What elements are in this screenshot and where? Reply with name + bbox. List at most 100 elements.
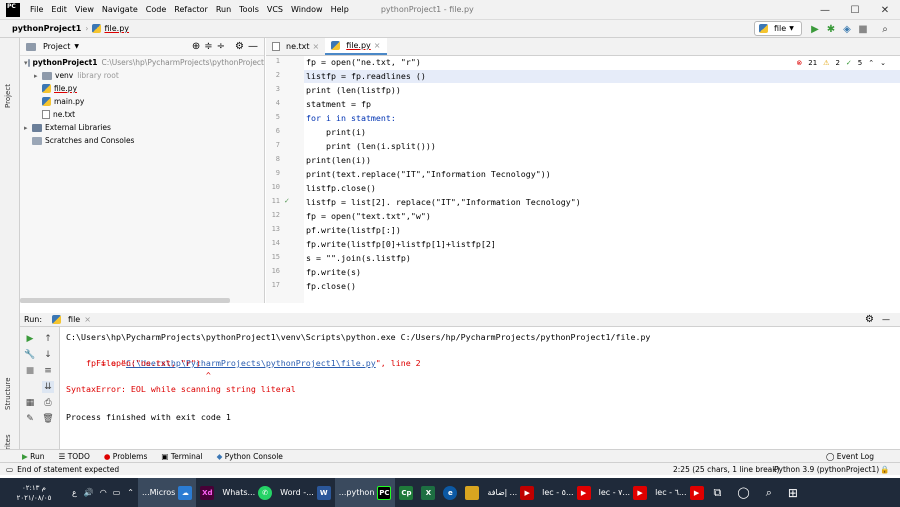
- tool-problems[interactable]: ● Problems: [104, 452, 148, 461]
- chevron-down-icon[interactable]: ▼: [74, 43, 79, 50]
- tool-todo[interactable]: ☰ TODO: [59, 452, 90, 461]
- menu-window[interactable]: Window: [287, 5, 327, 14]
- navigation-bar: pythonProject1 › file.py file ▼ ▶ ✱ ◈ ■ …: [0, 20, 900, 38]
- cortana-icon[interactable]: ◯: [737, 486, 749, 499]
- taskbar-app-xd[interactable]: Xd: [196, 478, 218, 507]
- trash-icon[interactable]: 🗑: [42, 413, 54, 425]
- taskbar-app-lec-6[interactable]: lec - ٦... ▶: [651, 478, 707, 507]
- chevron-down-icon[interactable]: ⌄: [880, 59, 886, 67]
- inspection-widget[interactable]: ⊗ 21 ⚠ 2 ✓ 5 ⌃ ⌄: [796, 59, 886, 67]
- taskbar-app-lec-5[interactable]: lec - ٥... ▶: [538, 478, 594, 507]
- horizontal-scrollbar[interactable]: [20, 298, 230, 303]
- tab-file-py[interactable]: file.py ×: [325, 38, 387, 55]
- expand-all-icon[interactable]: ≑: [204, 41, 212, 52]
- tool-python-console[interactable]: ◆ Python Console: [217, 452, 283, 461]
- search-icon[interactable]: ⌕: [766, 486, 772, 500]
- rerun-icon[interactable]: ▶: [24, 333, 36, 345]
- close-icon[interactable]: ×: [84, 315, 91, 324]
- menu-file[interactable]: File: [26, 5, 47, 14]
- run-config-tab[interactable]: file: [68, 315, 80, 324]
- clock[interactable]: م ٠٢:١٣ ٢٠٢١/٠٨/٠٥: [0, 483, 68, 503]
- tree-item-main[interactable]: main.py: [20, 95, 264, 108]
- chevron-up-icon[interactable]: ⌃: [868, 59, 874, 67]
- taskbar-app-edge-profile[interactable]: ...Micros ☁: [138, 478, 197, 507]
- battery-icon[interactable]: ▭: [113, 488, 121, 497]
- print-icon[interactable]: ⎙: [42, 397, 54, 409]
- line-number: 10: [271, 183, 280, 191]
- close-icon[interactable]: ×: [313, 42, 320, 51]
- gear-icon[interactable]: ⚙: [865, 314, 874, 325]
- stop-icon[interactable]: ■: [24, 365, 36, 377]
- arrow-up-icon[interactable]: ↑: [42, 333, 54, 345]
- menu-tools[interactable]: Tools: [235, 5, 263, 14]
- lock-icon[interactable]: 🔒: [880, 465, 889, 474]
- wifi-icon[interactable]: ◠: [100, 488, 107, 497]
- hide-icon[interactable]: —: [882, 315, 890, 324]
- scroll-to-end-icon[interactable]: ⇊: [42, 381, 54, 393]
- menu-vcs[interactable]: VCS: [263, 5, 287, 14]
- taskbar-app-chrome-add[interactable]: إضافة ... ▶: [483, 478, 538, 507]
- tab-ne-txt[interactable]: ne.txt ×: [266, 38, 325, 55]
- project-panel-title[interactable]: Project: [43, 42, 70, 51]
- coverage-icon[interactable]: ◈: [840, 22, 854, 36]
- caret-position[interactable]: 2:25 (25 chars, 1 line break): [673, 465, 780, 474]
- taskbar-app-word[interactable]: Word -... W: [276, 478, 335, 507]
- minimize-icon[interactable]: —: [810, 0, 840, 20]
- layout-icon[interactable]: ▦: [24, 397, 36, 409]
- menu-edit[interactable]: Edit: [47, 5, 71, 14]
- task-view-icon[interactable]: ⧉: [714, 486, 722, 500]
- soft-wrap-icon[interactable]: ≡: [42, 365, 54, 377]
- code-editor[interactable]: 1 2 3 4 5 6 7 8 9 10 11 12 13 14 15 16 1…: [266, 56, 900, 303]
- taskbar-app-cp[interactable]: Cp: [395, 478, 417, 507]
- tree-item-venv[interactable]: ▸ venv library root: [20, 69, 264, 82]
- interpreter[interactable]: Python 3.9 (pythonProject1): [774, 465, 879, 474]
- taskbar-app-edge[interactable]: e: [439, 478, 461, 507]
- tree-item-external[interactable]: ▸ External Libraries: [20, 121, 264, 134]
- menu-navigate[interactable]: Navigate: [98, 5, 142, 14]
- input-language[interactable]: ع: [72, 488, 77, 497]
- menu-view[interactable]: View: [71, 5, 98, 14]
- tree-item-file[interactable]: file.py: [20, 82, 264, 95]
- line-number: 6: [275, 127, 280, 135]
- breadcrumb-file[interactable]: file.py: [104, 24, 129, 33]
- pycharm-logo-icon: PC: [6, 2, 20, 17]
- stripe-structure[interactable]: Structure: [4, 377, 12, 410]
- taskbar-app-pycharm[interactable]: ...python PC: [334, 478, 396, 507]
- stop-icon[interactable]: ■: [856, 22, 870, 36]
- run-config-select[interactable]: file ▼: [754, 21, 802, 36]
- tree-item-scratches[interactable]: Scratches and Consoles: [20, 134, 264, 147]
- breadcrumb-project[interactable]: pythonProject1: [0, 24, 85, 33]
- debug-icon[interactable]: ✱: [824, 22, 838, 36]
- layout-icon[interactable]: ▭: [6, 465, 13, 474]
- taskbar-app-lec-7[interactable]: lec - ٧... ▶: [595, 478, 651, 507]
- hide-icon[interactable]: —: [248, 41, 258, 52]
- menu-run[interactable]: Run: [212, 5, 235, 14]
- menu-refactor[interactable]: Refactor: [170, 5, 212, 14]
- tray-overflow-icon[interactable]: ⌃: [127, 488, 134, 497]
- taskbar-app-whatsapp[interactable]: Whats... ✆: [218, 478, 276, 507]
- close-icon[interactable]: ×: [374, 41, 381, 50]
- locate-icon[interactable]: ⊕: [192, 41, 200, 52]
- tool-terminal[interactable]: ▣ Terminal: [161, 452, 202, 461]
- gear-icon[interactable]: ⚙: [235, 41, 244, 52]
- menu-code[interactable]: Code: [142, 5, 170, 14]
- run-icon[interactable]: ▶: [808, 22, 822, 36]
- maximize-icon[interactable]: ☐: [840, 0, 870, 20]
- collapse-all-icon[interactable]: ÷: [217, 41, 225, 52]
- tree-item-netxt[interactable]: ne.txt: [20, 108, 264, 121]
- tree-item-root[interactable]: ▾ pythonProject1 C:\Users\hp\PycharmProj…: [20, 56, 264, 69]
- taskbar-app-excel[interactable]: X: [417, 478, 439, 507]
- search-icon[interactable]: ⌕: [878, 22, 892, 36]
- tool-run[interactable]: ▶ Run: [22, 452, 45, 461]
- wrench-icon[interactable]: 🔧: [24, 349, 36, 361]
- pin-icon[interactable]: ✎: [24, 413, 36, 425]
- arrow-down-icon[interactable]: ↓: [42, 349, 54, 361]
- taskbar-app-explorer[interactable]: [461, 478, 483, 507]
- volume-icon[interactable]: 🔊: [84, 488, 94, 497]
- menu-help[interactable]: Help: [327, 5, 353, 14]
- console-output[interactable]: C:\Users\hp\PycharmProjects\pythonProjec…: [60, 327, 900, 449]
- tool-event-log[interactable]: ◯ Event Log: [826, 452, 874, 461]
- stripe-project[interactable]: Project: [4, 84, 12, 108]
- close-icon[interactable]: ✕: [870, 0, 900, 20]
- windows-start-icon[interactable]: ⊞: [788, 486, 798, 500]
